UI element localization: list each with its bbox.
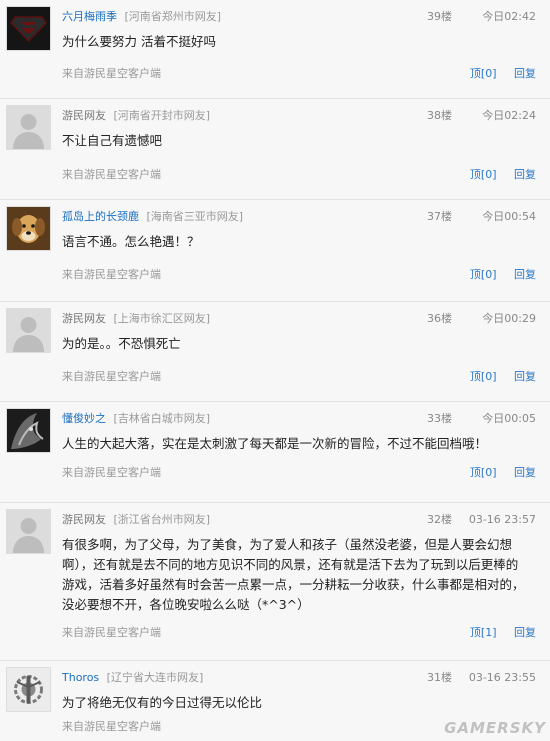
floor-number: 31楼: [427, 671, 452, 684]
comment-header: Thoros [辽宁省大连市网友] 31楼 03-16 23:55: [62, 669, 536, 687]
timestamp: 今日00:54: [482, 210, 536, 223]
comment-item: 孤岛上的长颈鹿 [海南省三亚市网友] 37楼 今日00:54 语言不通。怎么艳遇…: [0, 200, 550, 302]
upvote-button[interactable]: 顶[1]: [470, 626, 497, 639]
username-link[interactable]: 懂俊妙之: [62, 412, 106, 425]
default-user-icon[interactable]: [6, 308, 51, 353]
source-label: 来自游民星空客户端: [62, 466, 161, 479]
username[interactable]: 游民网友: [62, 109, 106, 122]
floor-number: 37楼: [427, 210, 452, 223]
comment-text: 不让自己有遗憾吧: [62, 133, 163, 148]
comment-footer: 来自游民星空客户端 顶[0] 回复: [62, 369, 536, 385]
username-link[interactable]: 六月梅雨季: [62, 10, 117, 23]
puppy-photo-icon[interactable]: [6, 206, 51, 251]
floor-number: 32楼: [427, 513, 452, 526]
comment-item: 游民网友 [上海市徐汇区网友] 36楼 今日00:29 为的是。。不恐惧死亡 来…: [0, 302, 550, 402]
timestamp: 03-16 23:57: [468, 513, 536, 526]
username-link[interactable]: Thoros: [62, 671, 99, 684]
source-label: 来自游民星空客户端: [62, 268, 161, 281]
comment-footer: 来自游民星空客户端 顶[0] 回复: [62, 167, 536, 183]
superman-logo-icon[interactable]: [6, 6, 51, 51]
reply-button[interactable]: 回复: [514, 626, 536, 639]
comment-text: 为的是。。不恐惧死亡: [62, 336, 181, 351]
comment-item: 游民网友 [河南省开封市网友] 38楼 今日02:24 不让自己有遗憾吧 来自游…: [0, 99, 550, 200]
reply-button[interactable]: 回复: [514, 268, 536, 281]
comment-footer: 来自游民星空客户端 顶[0] 回复: [62, 267, 536, 283]
timestamp: 今日00:05: [482, 412, 536, 425]
source-label: 来自游民星空客户端: [62, 626, 161, 639]
reply-button[interactable]: 回复: [514, 370, 536, 383]
source-label: 来自游民星空客户端: [62, 370, 161, 383]
source-label: 来自游民星空客户端: [62, 67, 161, 80]
comment-footer: 来自游民星空客户端 顶[0] 回复: [62, 465, 536, 481]
comment-list: 六月梅雨季 [河南省郑州市网友] 39楼 今日02:42 为什么要努力 活着不挺…: [0, 0, 550, 741]
username[interactable]: 游民网友: [62, 312, 106, 325]
user-location: [吉林省白城市网友]: [113, 412, 211, 425]
comment-text: 语言不通。怎么艳遇！？: [62, 234, 200, 249]
comment-footer: 来自游民星空客户端 顶[1] 回复: [62, 625, 536, 641]
upvote-button[interactable]: 顶[0]: [470, 268, 497, 281]
floor-number: 36楼: [427, 312, 452, 325]
timestamp: 今日02:42: [482, 10, 536, 23]
floor-number: 39楼: [427, 10, 452, 23]
default-user-icon[interactable]: [6, 105, 51, 150]
comment-header: 六月梅雨季 [河南省郑州市网友] 39楼 今日02:42: [62, 8, 536, 26]
floor-number: 38楼: [427, 109, 452, 122]
reply-button[interactable]: 回复: [514, 168, 536, 181]
comment-item: 懂俊妙之 [吉林省白城市网友] 33楼 今日00:05 人生的大起大落，实在是太…: [0, 402, 550, 503]
timestamp: 今日00:29: [482, 312, 536, 325]
upvote-button[interactable]: 顶[0]: [470, 466, 497, 479]
user-location: [河南省郑州市网友]: [124, 10, 222, 23]
comment-header: 游民网友 [上海市徐汇区网友] 36楼 今日00:29: [62, 310, 536, 328]
upvote-button[interactable]: 顶[0]: [470, 168, 497, 181]
gamersky-watermark: GAMERSKY: [444, 719, 546, 737]
comment-header: 孤岛上的长颈鹿 [海南省三亚市网友] 37楼 今日00:54: [62, 208, 536, 226]
brotherhood-emblem-icon[interactable]: [6, 667, 51, 712]
timestamp: 今日02:24: [482, 109, 536, 122]
comment-header: 游民网友 [浙江省台州市网友] 32楼 03-16 23:57: [62, 511, 536, 529]
comment-text: 为什么要努力 活着不挺好吗: [62, 34, 216, 49]
comment-header: 懂俊妙之 [吉林省白城市网友] 33楼 今日00:05: [62, 410, 536, 428]
default-user-icon[interactable]: [6, 509, 51, 554]
source-label: 来自游民星空客户端: [62, 720, 161, 733]
comment-footer: 来自游民星空客户端 顶[0] 回复: [62, 66, 536, 82]
reply-button[interactable]: 回复: [514, 466, 536, 479]
comment-text: 有很多啊，为了父母，为了美食，为了爱人和孩子（虽然没老婆，但是人要会幻想啊），还…: [62, 537, 525, 612]
dark-character-icon[interactable]: [6, 408, 51, 453]
user-location: [河南省开封市网友]: [113, 109, 211, 122]
user-location: [海南省三亚市网友]: [146, 210, 244, 223]
comment-header: 游民网友 [河南省开封市网友] 38楼 今日02:24: [62, 107, 536, 125]
username-link[interactable]: 孤岛上的长颈鹿: [62, 210, 139, 223]
user-location: [浙江省台州市网友]: [113, 513, 211, 526]
timestamp: 03-16 23:55: [468, 671, 536, 684]
upvote-button[interactable]: 顶[0]: [470, 370, 497, 383]
comment-text: 人生的大起大落，实在是太刺激了每天都是一次新的冒险，不过不能回档哦！: [62, 436, 488, 451]
upvote-button[interactable]: 顶[0]: [470, 67, 497, 80]
reply-button[interactable]: 回复: [514, 67, 536, 80]
username[interactable]: 游民网友: [62, 513, 106, 526]
user-location: [辽宁省大连市网友]: [106, 671, 204, 684]
floor-number: 33楼: [427, 412, 452, 425]
source-label: 来自游民星空客户端: [62, 168, 161, 181]
comment-item: 六月梅雨季 [河南省郑州市网友] 39楼 今日02:42 为什么要努力 活着不挺…: [0, 0, 550, 99]
comment-text: 为了将绝无仅有的今日过得无以伦比: [62, 695, 263, 710]
user-location: [上海市徐汇区网友]: [113, 312, 211, 325]
comment-item: 游民网友 [浙江省台州市网友] 32楼 03-16 23:57 有很多啊，为了父…: [0, 503, 550, 661]
